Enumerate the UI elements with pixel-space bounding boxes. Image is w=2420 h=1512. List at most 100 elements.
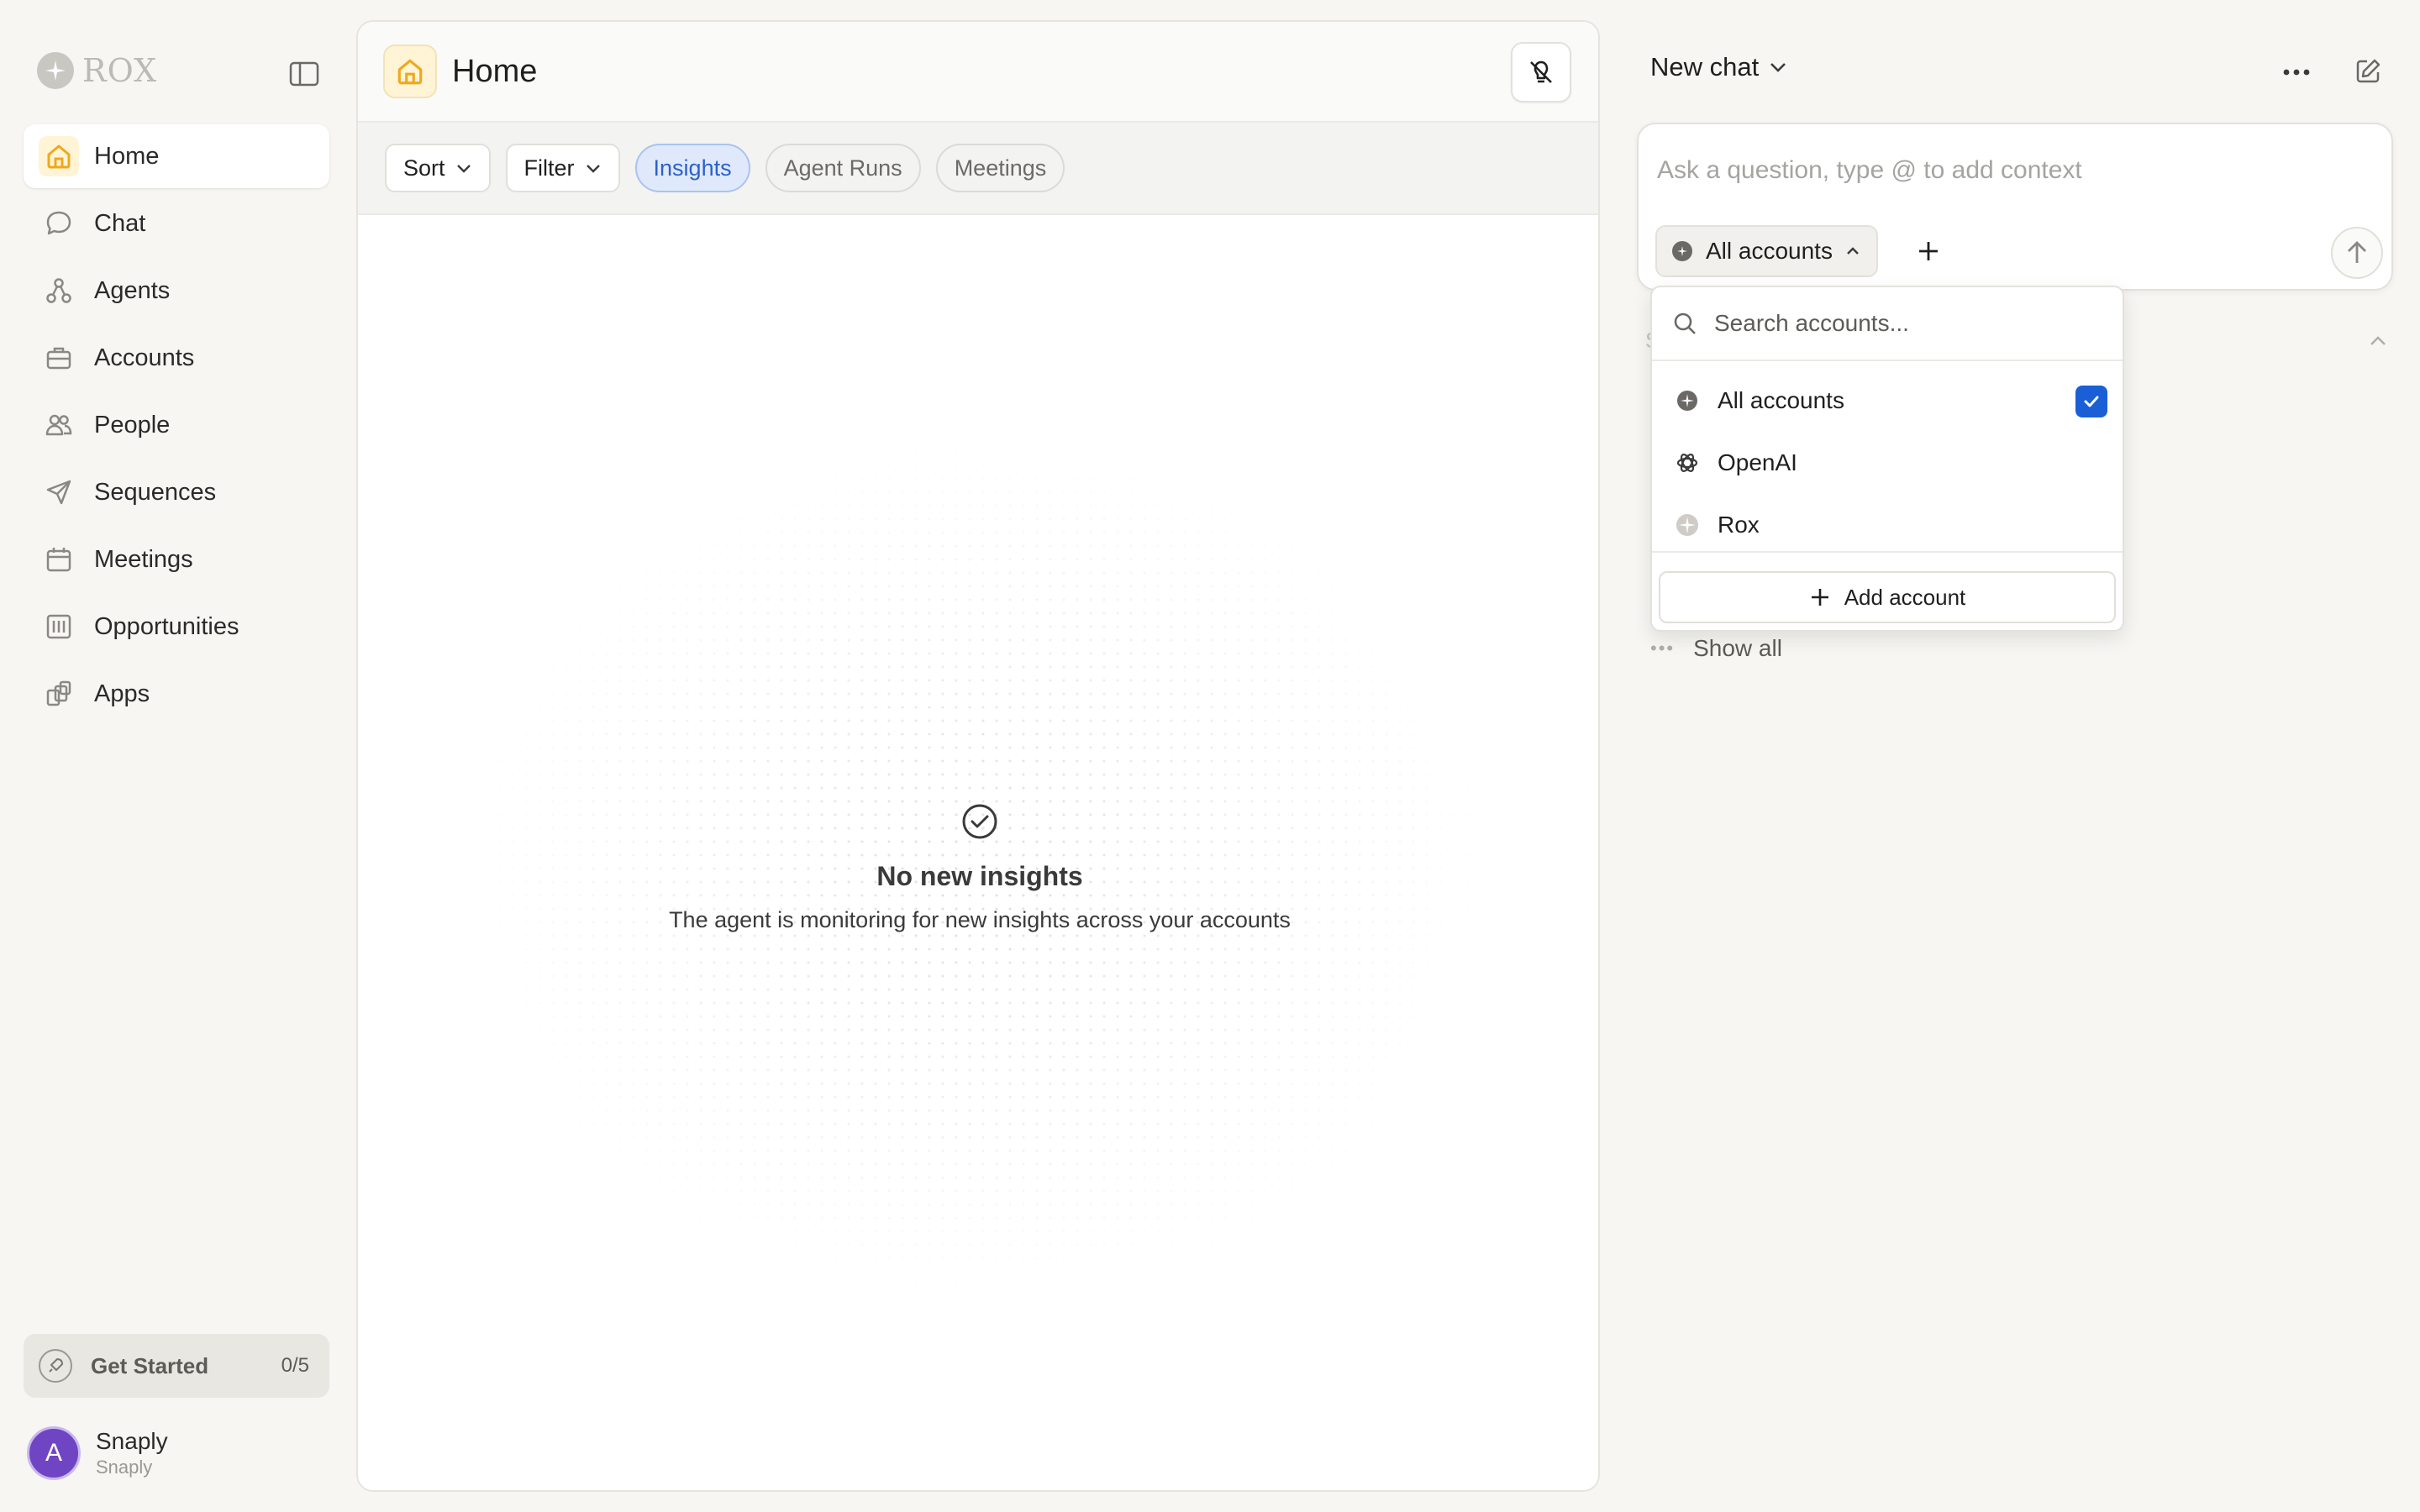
logo-text: ROX — [82, 52, 158, 89]
filter-button[interactable]: Filter — [505, 144, 620, 192]
briefcase-icon — [39, 338, 79, 378]
sidebar-item-accounts[interactable]: Accounts — [24, 326, 329, 390]
search-icon — [1674, 312, 1696, 334]
user-name: Snaply — [96, 1428, 168, 1454]
sidebar-item-label: Apps — [94, 680, 150, 707]
user-profile[interactable]: A Snaply Snaply — [27, 1426, 168, 1480]
account-option-all-accounts[interactable]: All accounts — [1652, 370, 2123, 432]
sidebar-item-chat[interactable]: Chat — [24, 192, 329, 255]
home-icon — [383, 45, 437, 98]
sidebar-nav: Home Chat Agents Accounts People Sequenc… — [24, 124, 329, 729]
chat-selector[interactable]: New chat — [1650, 52, 1787, 82]
people-icon — [39, 405, 79, 445]
get-started-label: Get Started — [91, 1352, 209, 1378]
get-started-button[interactable]: Get Started 0/5 — [24, 1334, 329, 1398]
account-option-rox[interactable]: Rox — [1652, 494, 2123, 556]
accounts-dropdown: All accounts OpenAI Rox Add account — [1650, 286, 2124, 632]
sidebar-item-label: Opportunities — [94, 612, 239, 640]
home-icon — [39, 136, 79, 176]
more-horizontal-icon — [2283, 69, 2310, 76]
insights-content: No new insights The agent is monitoring … — [358, 217, 1598, 1490]
edit-icon — [2356, 59, 2381, 83]
new-chat-button[interactable] — [2349, 52, 2387, 91]
sidebar-item-label: Meetings — [94, 545, 193, 573]
chat-title: New chat — [1650, 52, 1760, 81]
empty-state-title: No new insights — [876, 861, 1083, 891]
chat-composer: All accounts — [1637, 123, 2393, 291]
plus-icon — [1811, 589, 1828, 606]
agents-icon — [39, 270, 79, 311]
page-title: Home — [452, 53, 538, 89]
sidebar-item-agents[interactable]: Agents — [24, 259, 329, 323]
sidebar-item-apps[interactable]: Apps — [24, 662, 329, 726]
plus-icon — [1919, 242, 1938, 260]
show-all-link[interactable]: ••• Show all — [1650, 635, 1782, 662]
main-header: Home — [358, 22, 1598, 123]
main-panel: Home Sort Filter Insights Agent Runs Mee… — [356, 20, 1600, 1492]
more-options-button[interactable] — [2277, 55, 2316, 89]
logo[interactable]: ROX — [37, 52, 157, 89]
hide-insights-button[interactable] — [1511, 42, 1571, 102]
accounts-list: All accounts OpenAI Rox — [1652, 361, 2123, 553]
chevron-down-icon — [456, 165, 471, 173]
sidebar-toggle-button[interactable] — [286, 59, 323, 89]
add-context-button[interactable] — [1909, 232, 1948, 270]
check-circle-icon — [960, 801, 1000, 842]
send-icon — [39, 472, 79, 512]
sidebar-item-label: Agents — [94, 276, 171, 304]
account-option-label: Rox — [1718, 512, 1760, 538]
show-all-label: Show all — [1693, 635, 1782, 661]
sidebar-item-label: Sequences — [94, 478, 217, 506]
user-info: Snaply Snaply — [96, 1428, 168, 1478]
calendar-icon — [39, 539, 79, 580]
sidebar-item-label: Chat — [94, 209, 146, 237]
tab-meetings[interactable]: Meetings — [935, 144, 1065, 192]
all-accounts-icon — [1672, 241, 1692, 261]
add-account-button[interactable]: Add account — [1659, 571, 2116, 623]
sidebar-toggle-icon — [289, 61, 319, 87]
opportunities-icon — [39, 606, 79, 647]
account-option-label: All accounts — [1718, 387, 1844, 413]
openai-logo-icon — [1672, 448, 1702, 478]
sidebar-item-opportunities[interactable]: Opportunities — [24, 595, 329, 659]
search-accounts-input[interactable] — [1714, 310, 2084, 337]
sidebar-item-sequences[interactable]: Sequences — [24, 460, 329, 524]
empty-state: No new insights The agent is monitoring … — [358, 801, 1598, 933]
sidebar-item-home[interactable]: Home — [24, 124, 329, 188]
account-context-selector[interactable]: All accounts — [1655, 225, 1878, 277]
user-org: Snaply — [96, 1457, 153, 1478]
accounts-search — [1652, 287, 2123, 361]
tab-agent-runs[interactable]: Agent Runs — [765, 144, 921, 192]
chat-input[interactable] — [1657, 151, 2346, 190]
account-option-label: OpenAI — [1718, 449, 1797, 475]
add-account-label: Add account — [1844, 584, 1966, 610]
rox-logo-icon — [1672, 510, 1702, 540]
collapse-suggestions-button[interactable] — [2361, 328, 2395, 354]
more-dots-icon: ••• — [1650, 638, 1676, 659]
filter-label: Filter — [523, 155, 575, 181]
sort-label: Sort — [403, 155, 445, 181]
toolbar: Sort Filter Insights Agent Runs Meetings — [358, 123, 1598, 215]
checkbox-checked-icon[interactable] — [2075, 386, 2107, 417]
lightbulb-off-icon — [1530, 60, 1552, 83]
account-chip-label: All accounts — [1706, 238, 1833, 264]
rocket-icon — [39, 1349, 72, 1383]
sidebar-item-people[interactable]: People — [24, 393, 329, 457]
get-started-progress: 0/5 — [281, 1354, 309, 1377]
sidebar-item-label: Accounts — [94, 344, 195, 371]
send-button[interactable] — [2331, 227, 2383, 279]
chevron-down-icon — [1770, 63, 1786, 72]
sidebar-item-meetings[interactable]: Meetings — [24, 528, 329, 591]
sidebar-item-label: People — [94, 411, 171, 438]
account-option-openai[interactable]: OpenAI — [1652, 432, 2123, 494]
tab-insights[interactable]: Insights — [634, 144, 750, 192]
avatar: A — [27, 1426, 81, 1480]
sort-button[interactable]: Sort — [385, 144, 491, 192]
chat-panel: New chat S All accounts ••• Show all — [1630, 0, 2420, 1512]
empty-state-subtitle: The agent is monitoring for new insights… — [669, 907, 1291, 932]
sidebar-item-label: Home — [94, 142, 160, 170]
chevron-down-icon — [586, 165, 600, 173]
all-accounts-icon — [1672, 386, 1702, 416]
rox-logo-icon — [37, 52, 74, 89]
apps-icon — [39, 674, 79, 714]
